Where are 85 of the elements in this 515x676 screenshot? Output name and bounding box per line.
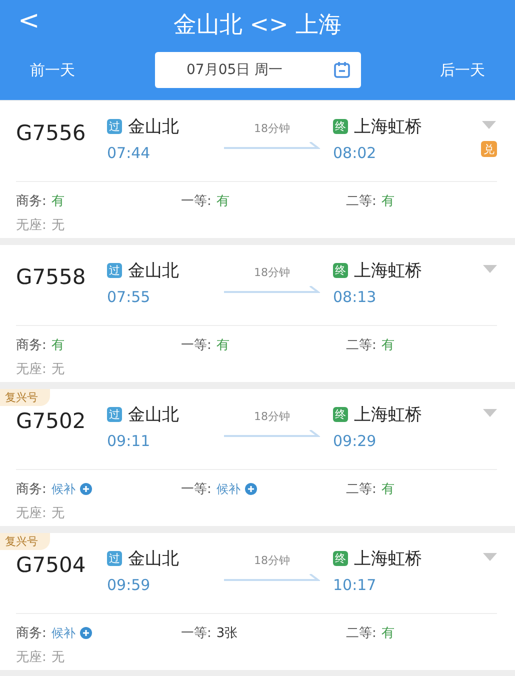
train-number: G7504 bbox=[16, 552, 87, 577]
train-type-tag: 复兴号 bbox=[0, 389, 50, 406]
seat-availability: 有 bbox=[51, 193, 64, 210]
station-name: 金山北 bbox=[128, 404, 179, 426]
seat-availability[interactable]: 候补 bbox=[216, 480, 240, 498]
train-number: G7558 bbox=[16, 264, 87, 289]
seat-availability: 有 bbox=[381, 337, 394, 354]
train-number: G7502 bbox=[16, 408, 87, 433]
caret-icon[interactable] bbox=[483, 409, 497, 417]
seat-class-label: 无座: bbox=[16, 505, 46, 522]
train-card[interactable]: G7558 过 金山北 07:55 18分钟 终 上海虹桥 08:13 商务: 有 一等: 有 二等: 有 无座: 无 bbox=[0, 245, 515, 382]
seat-class-label: 一等: bbox=[181, 625, 212, 642]
station-name: 金山北 bbox=[128, 116, 179, 138]
date-picker[interactable]: 07月05日 周一 bbox=[154, 52, 360, 88]
arrival-time: 10:17 bbox=[333, 576, 378, 594]
duration-text: 18分钟 bbox=[254, 265, 290, 280]
seat-class-label: 商务: bbox=[16, 625, 46, 642]
seat-class-label: 无座: bbox=[16, 649, 46, 666]
seat-class-label: 二等: bbox=[346, 193, 376, 210]
duration-text: 18分钟 bbox=[254, 553, 290, 568]
seat-class-label: 一等: bbox=[181, 481, 212, 498]
train-type-tag: 复兴号 bbox=[0, 533, 50, 550]
departure-time: 07:55 bbox=[107, 288, 152, 306]
add-icon[interactable] bbox=[245, 483, 258, 495]
pass-badge: 过 bbox=[107, 407, 122, 422]
previous-day-button[interactable]: 前一天 bbox=[14, 56, 91, 84]
station-name: 上海虹桥 bbox=[354, 404, 422, 426]
pass-badge: 过 bbox=[107, 263, 122, 278]
seat-availability: 有 bbox=[381, 481, 394, 498]
seat-class-label: 商务: bbox=[16, 337, 46, 354]
date-text: 07月05日 周一 bbox=[186, 61, 283, 79]
arrival-time: 08:13 bbox=[333, 288, 378, 306]
seat-availability: 有 bbox=[381, 193, 394, 210]
seat-availability[interactable]: 候补 bbox=[51, 480, 76, 498]
train-card[interactable]: 复兴号 G7502 过 金山北 09:11 18分钟 终 上海虹桥 09:29 商务: 候补 一等: 候补 二等: 有 无座: 无 bbox=[0, 389, 515, 526]
seat-availability: 有 bbox=[51, 337, 64, 354]
seat-class-label: 二等: bbox=[346, 625, 376, 642]
station-name: 上海虹桥 bbox=[354, 116, 422, 138]
pass-badge: 过 bbox=[107, 551, 122, 566]
train-card[interactable]: G7556 过 金山北 07:44 18分钟 终 上海虹桥 08:02 兑 商务: 有 一等: 有 二等: 有 无座: 无 bbox=[0, 101, 515, 238]
terminal-badge: 终 bbox=[333, 119, 348, 134]
seat-availability: 无 bbox=[51, 649, 64, 666]
seat-availability: 3张 bbox=[216, 625, 238, 642]
duration-text: 18分钟 bbox=[254, 409, 290, 424]
seat-class-label: 商务: bbox=[16, 193, 46, 210]
departure-time: 07:44 bbox=[107, 144, 152, 162]
seat-class-label: 无座: bbox=[16, 217, 46, 234]
seat-availability: 无 bbox=[51, 361, 64, 378]
seat-class-label: 无座: bbox=[16, 361, 46, 378]
departure-time: 09:59 bbox=[107, 576, 152, 594]
seat-class-label: 一等: bbox=[181, 337, 212, 354]
departure-time: 09:11 bbox=[107, 432, 152, 450]
caret-icon[interactable] bbox=[483, 553, 497, 561]
add-icon[interactable] bbox=[80, 627, 92, 639]
train-card[interactable]: 复兴号 G7504 过 金山北 09:59 18分钟 终 上海虹桥 10:17 商务: 候补 一等: 3张 二等: 有 无座: 无 bbox=[0, 533, 515, 670]
arrival-time: 09:29 bbox=[333, 432, 378, 450]
calendar-icon bbox=[332, 61, 350, 79]
caret-icon[interactable] bbox=[482, 121, 496, 129]
seat-class-label: 商务: bbox=[16, 481, 46, 498]
terminal-badge: 终 bbox=[333, 407, 348, 422]
exchange-badge: 兑 bbox=[481, 141, 497, 157]
route-title: 金山北 <> 上海 bbox=[173, 10, 342, 40]
arrival-time: 08:02 bbox=[333, 144, 378, 162]
seat-availability: 有 bbox=[381, 625, 394, 642]
station-name: 上海虹桥 bbox=[354, 260, 422, 282]
seat-class-label: 一等: bbox=[181, 193, 212, 210]
next-day-button[interactable]: 后一天 bbox=[424, 56, 501, 84]
duration-text: 18分钟 bbox=[254, 121, 290, 136]
seat-availability: 有 bbox=[216, 193, 230, 210]
seat-availability: 无 bbox=[51, 505, 64, 522]
station-name: 上海虹桥 bbox=[354, 548, 422, 570]
seat-availability: 有 bbox=[216, 337, 230, 354]
terminal-badge: 终 bbox=[333, 263, 348, 278]
seat-availability[interactable]: 候补 bbox=[51, 624, 76, 642]
station-name: 金山北 bbox=[128, 548, 179, 570]
add-icon[interactable] bbox=[80, 483, 92, 495]
train-number: G7556 bbox=[16, 120, 87, 145]
terminal-badge: 终 bbox=[333, 551, 348, 566]
caret-icon[interactable] bbox=[483, 265, 497, 273]
station-name: 金山北 bbox=[128, 260, 179, 282]
seat-availability: 无 bbox=[51, 217, 64, 234]
seat-class-label: 二等: bbox=[346, 337, 376, 354]
seat-class-label: 二等: bbox=[346, 481, 376, 498]
pass-badge: 过 bbox=[107, 119, 122, 134]
back-button[interactable]: < bbox=[14, 6, 44, 36]
